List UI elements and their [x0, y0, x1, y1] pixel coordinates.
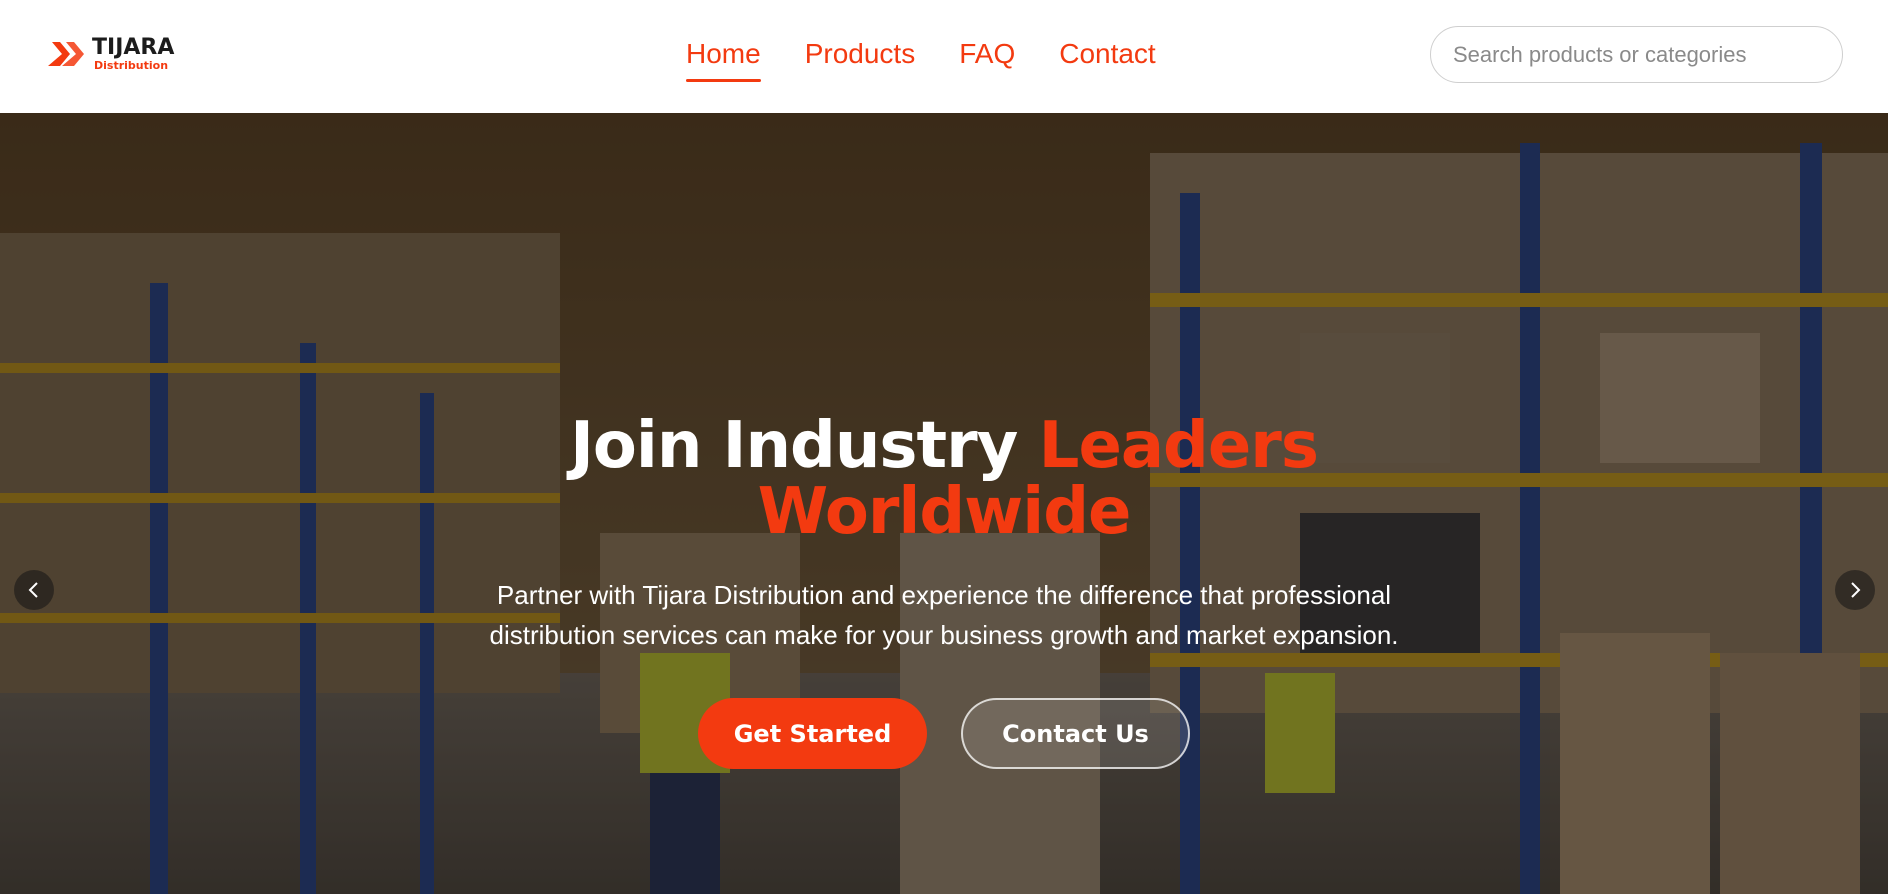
- logo-tagline: Distribution: [94, 59, 169, 72]
- hero-subtitle: Partner with Tijara Distribution and exp…: [489, 580, 1399, 650]
- contact-us-button[interactable]: Contact Us: [961, 698, 1190, 769]
- hero-section: Join Industry Leaders Worldwide Partner …: [0, 113, 1888, 894]
- site-header: TIJARA Distribution Home Products FAQ Co…: [0, 0, 1888, 113]
- hero-title-accent1: Leaders: [1038, 409, 1319, 483]
- carousel-prev-button[interactable]: [14, 570, 54, 610]
- main-nav: Home Products FAQ Contact: [686, 36, 1156, 82]
- chevron-right-icon: [1851, 582, 1861, 598]
- nav-faq[interactable]: FAQ: [959, 36, 1015, 82]
- chevron-left-icon: [28, 582, 38, 598]
- logo-arrow-icon: [48, 42, 84, 66]
- hero-title-part1: Join Industry: [570, 409, 1039, 483]
- logo-name: TIJARA: [92, 35, 175, 60]
- nav-contact[interactable]: Contact: [1059, 36, 1156, 82]
- hero-title: Join Industry Leaders Worldwide: [0, 413, 1888, 545]
- carousel-next-button[interactable]: [1835, 570, 1875, 610]
- search-input[interactable]: [1430, 26, 1843, 83]
- nav-products[interactable]: Products: [805, 36, 916, 82]
- hero-title-accent2: Worldwide: [757, 475, 1132, 549]
- nav-home[interactable]: Home: [686, 36, 761, 82]
- get-started-button[interactable]: Get Started: [698, 698, 927, 769]
- brand-logo[interactable]: TIJARA Distribution: [46, 34, 196, 74]
- logo-text: TIJARA Distribution: [92, 35, 175, 72]
